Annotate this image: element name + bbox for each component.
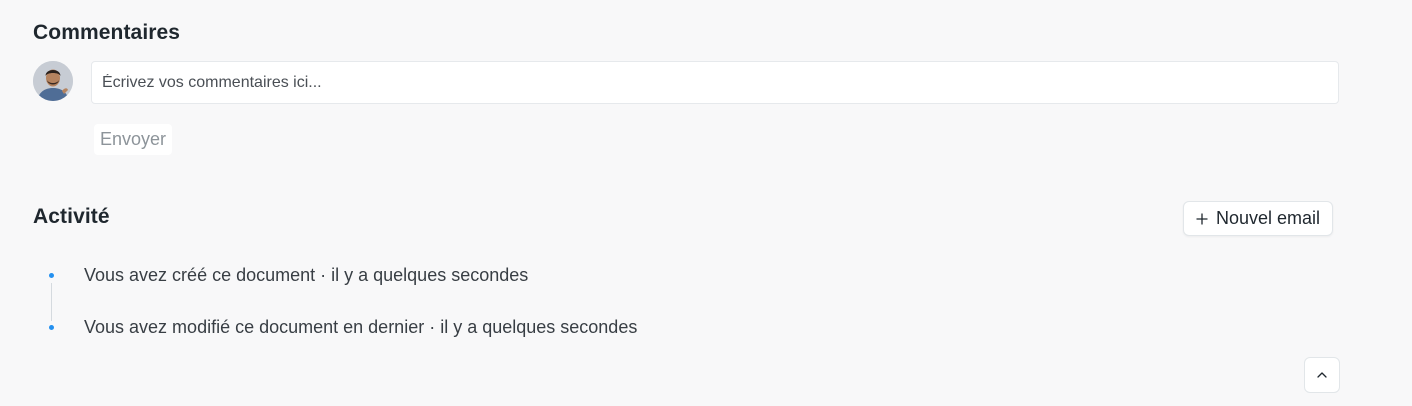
comment-input[interactable]	[91, 61, 1339, 104]
new-email-button[interactable]: Nouvel email	[1183, 201, 1333, 236]
activity-title: Activité	[33, 205, 110, 228]
scroll-to-top-button[interactable]	[1304, 357, 1340, 393]
send-comment-button[interactable]: Envoyer	[94, 124, 173, 155]
timeline-line	[51, 283, 52, 321]
timeline-dot-icon	[49, 273, 54, 278]
plus-icon	[1196, 213, 1208, 224]
chevron-up-icon	[1317, 372, 1327, 378]
timeline-item: Vous avez créé ce document · il y a quel…	[84, 265, 529, 285]
user-avatar	[33, 61, 73, 101]
avatar-photo-icon	[33, 61, 73, 101]
new-email-label: Nouvel email	[1215, 208, 1321, 228]
timeline-dot-icon	[49, 325, 54, 330]
page: Commentaires Envoyer Activité Nouvel ema…	[0, 0, 1412, 406]
comments-title: Commentaires	[33, 21, 181, 44]
timeline-item: Vous avez modifié ce document en dernier…	[84, 317, 638, 337]
